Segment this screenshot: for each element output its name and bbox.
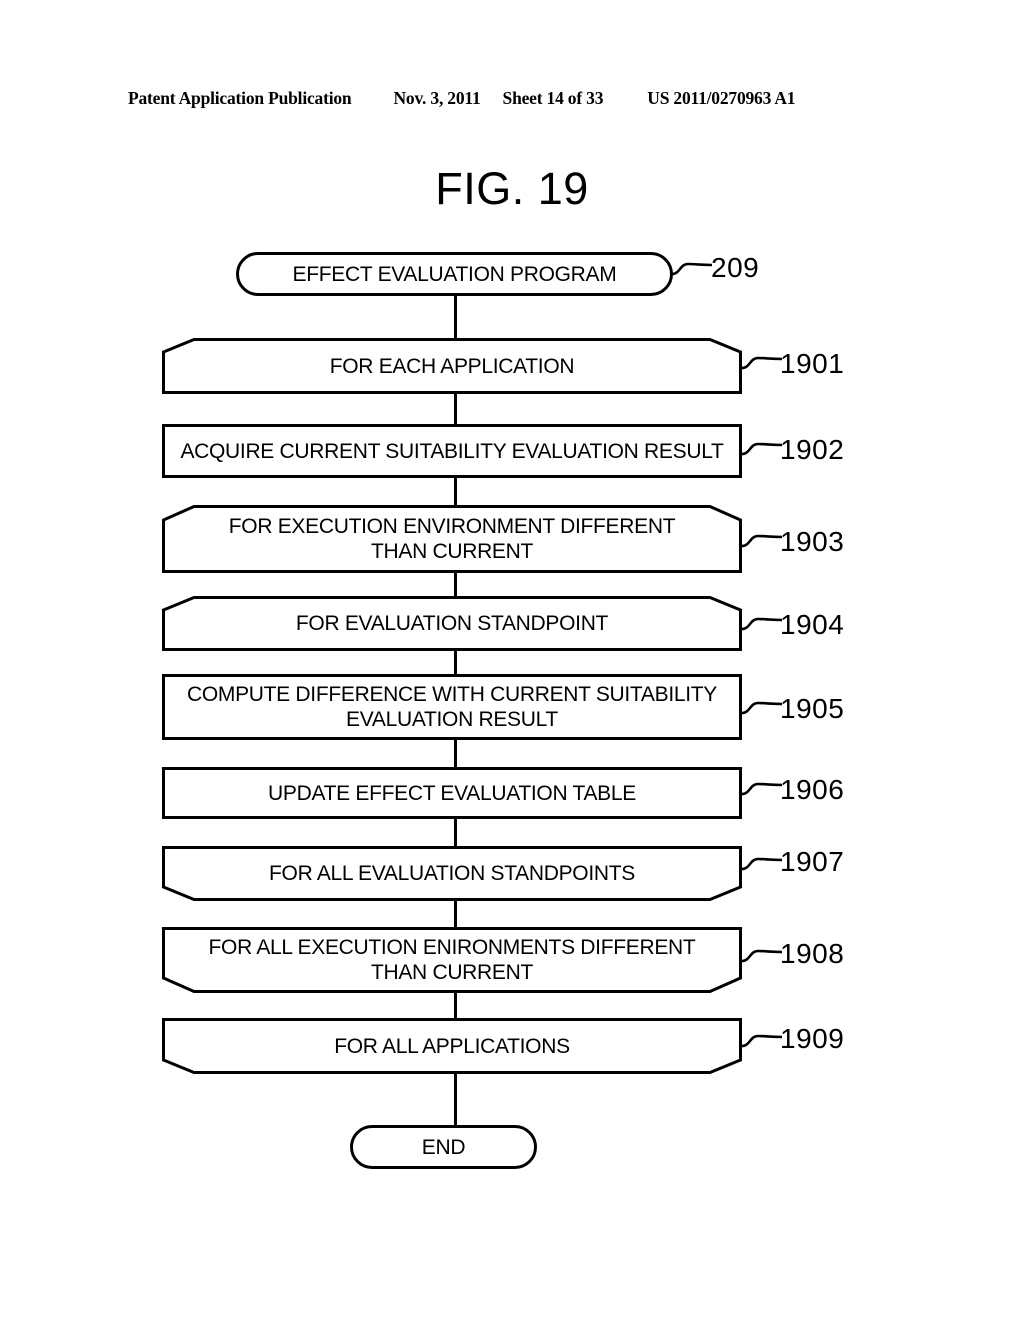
node-step-1908[interactable]: FOR ALL EXECUTION ENIRONMENTS DIFFERENT … xyxy=(162,927,742,993)
node-step-1909-label: FOR ALL APPLICATIONS xyxy=(334,1034,570,1058)
ref-lead-209 xyxy=(671,262,713,276)
ref-label-1908: 1908 xyxy=(780,938,845,969)
ref-label-1907: 1907 xyxy=(780,846,845,877)
node-step-1907-label: FOR ALL EVALUATION STANDPOINTS xyxy=(269,862,635,885)
connector-1908-to-1909 xyxy=(454,990,457,1018)
ref-label-1909: 1909 xyxy=(780,1023,845,1054)
ref-label-1904: 1904 xyxy=(780,609,845,640)
connector-1904-to-1905 xyxy=(454,650,457,674)
node-start-label: EFFECT EVALUATION PROGRAM xyxy=(292,262,617,286)
node-step-1904-label: FOR EVALUATION STANDPOINT xyxy=(295,612,609,635)
ref-label-209: 209 xyxy=(711,252,760,283)
connector-1909-to-end xyxy=(454,1072,457,1126)
node-end-label: END xyxy=(421,1135,466,1159)
node-step-1908-label: FOR ALL EXECUTION ENIRONMENTS DIFFERENT … xyxy=(208,936,696,984)
ref-label-1906: 1906 xyxy=(780,774,845,805)
connector-1906-to-1907 xyxy=(454,818,457,846)
node-step-1904[interactable]: FOR EVALUATION STANDPOINT xyxy=(162,596,742,651)
node-step-1901[interactable]: FOR EACH APPLICATION xyxy=(162,338,742,394)
node-step-1902-label: ACQUIRE CURRENT SUITABILITY EVALUATION R… xyxy=(180,439,724,463)
node-end-terminator[interactable]: END xyxy=(350,1125,537,1169)
node-step-1907[interactable]: FOR ALL EVALUATION STANDPOINTS xyxy=(162,846,742,901)
connector-1905-to-1906 xyxy=(454,740,457,768)
node-step-1902[interactable]: ACQUIRE CURRENT SUITABILITY EVALUATION R… xyxy=(162,424,742,478)
node-step-1903-label: FOR EXECUTION ENVIRONMENT DIFFERENT THAN… xyxy=(228,515,676,563)
node-step-1905[interactable]: COMPUTE DIFFERENCE WITH CURRENT SUITABIL… xyxy=(162,674,742,740)
node-step-1906[interactable]: UPDATE EFFECT EVALUATION TABLE xyxy=(162,767,742,819)
node-step-1905-label: COMPUTE DIFFERENCE WITH CURRENT SUITABIL… xyxy=(186,683,717,731)
node-step-1906-label: UPDATE EFFECT EVALUATION TABLE xyxy=(268,781,636,805)
ref-label-1901: 1901 xyxy=(780,348,845,379)
flowchart-diagram: EFFECT EVALUATION PROGRAM FOR EACH APPLI… xyxy=(0,0,1024,1320)
connector-1902-to-1903 xyxy=(454,476,457,506)
ref-label-1902: 1902 xyxy=(780,434,845,465)
node-step-1903[interactable]: FOR EXECUTION ENVIRONMENT DIFFERENT THAN… xyxy=(162,505,742,573)
node-start-terminator[interactable]: EFFECT EVALUATION PROGRAM xyxy=(236,252,673,296)
connector-1907-to-1908 xyxy=(454,900,457,928)
connector-start-to-1901 xyxy=(454,292,457,340)
node-step-1901-label: FOR EACH APPLICATION xyxy=(329,354,575,378)
ref-label-1903: 1903 xyxy=(780,526,845,557)
connector-1901-to-1902 xyxy=(454,391,457,425)
connector-1903-to-1904 xyxy=(454,573,457,597)
node-step-1909[interactable]: FOR ALL APPLICATIONS xyxy=(162,1018,742,1074)
ref-label-1905: 1905 xyxy=(780,693,845,724)
